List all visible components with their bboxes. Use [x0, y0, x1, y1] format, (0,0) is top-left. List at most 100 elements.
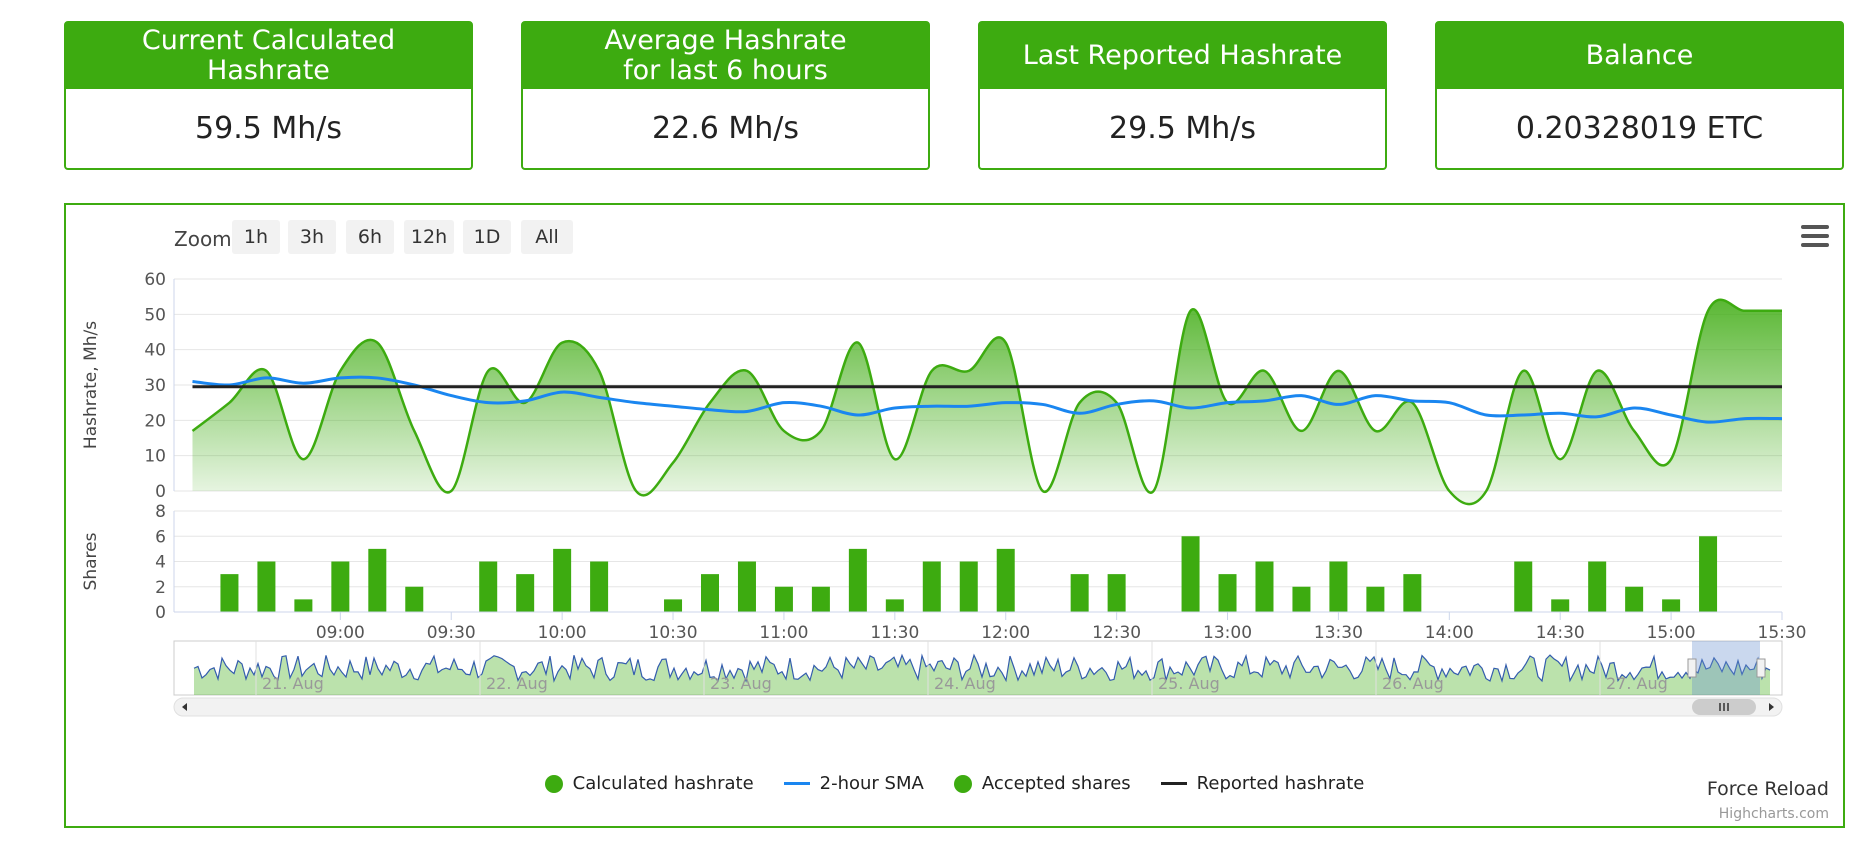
x-tick-label: 11:30 [870, 623, 919, 643]
navigator-date-label: 24. Aug [934, 674, 996, 693]
balance-value: 0.20328019 ETC [1515, 111, 1764, 146]
accepted-shares-bar [257, 561, 276, 612]
x-tick-label: 09:30 [427, 623, 476, 643]
force-reload-link[interactable]: Force Reload [1707, 778, 1829, 800]
accepted-shares-bar [294, 599, 313, 612]
reported-hashrate-card: Last Reported Hashrate 29.5 Mh/s [978, 21, 1387, 170]
accepted-shares-bar [331, 561, 350, 612]
accepted-shares-bar [479, 561, 498, 612]
legend-label: Calculated hashrate [572, 773, 754, 794]
accepted-shares-bar [959, 561, 978, 612]
chart-legend: Calculated hashrate 2-hour SMA Accepted … [66, 773, 1843, 794]
navigator-date-label: 25. Aug [1158, 674, 1220, 693]
current-hashrate-title: Current Calculated Hashrate [66, 23, 471, 89]
x-tick-label: 09:00 [316, 623, 365, 643]
x-tick-label: 13:30 [1314, 623, 1363, 643]
x-tick-label: 10:30 [649, 623, 698, 643]
navigator-right-handle [1756, 658, 1766, 678]
accepted-shares-bar [885, 599, 904, 612]
accepted-shares-bar [1255, 561, 1274, 612]
balance-card: Balance 0.20328019 ETC [1435, 21, 1844, 170]
accepted-shares-bar [590, 561, 609, 612]
hashrate-chart-panel: Zoom 1h 3h 6h 12h 1D All 0 10 20 30 40 50 60 Ha… [64, 203, 1845, 828]
navigator-left-handle [1687, 658, 1697, 678]
accepted-shares-bar [1181, 536, 1200, 612]
accepted-shares-bar [811, 586, 830, 612]
hashrate-y-tick: 0 [155, 482, 166, 502]
legend-label: 2-hour SMA [819, 773, 924, 794]
legend-line-icon [783, 782, 810, 785]
shares-y-tick: 8 [155, 502, 166, 522]
x-tick-label: 12:00 [981, 623, 1030, 643]
x-tick-label: 15:30 [1758, 623, 1807, 643]
accepted-shares-bar [737, 561, 756, 612]
accepted-shares-bar [1070, 574, 1089, 612]
x-tick-label: 13:00 [1203, 623, 1252, 643]
shares-y-tick: 2 [155, 578, 166, 598]
hashrate-chart: 0 10 20 30 40 50 60 Hashrate, Mh/s 0 2 4 6 8 Shares 09… [81, 270, 1807, 717]
accepted-shares-bar [1329, 561, 1348, 612]
current-hashrate-card: Current Calculated Hashrate 59.5 Mh/s [64, 21, 473, 170]
average-hashrate-card: Average Hashrate for last 6 hours 22.6 M… [521, 21, 930, 170]
accepted-shares-bar [1107, 574, 1126, 612]
navigator-date-label: 21. Aug [262, 674, 324, 693]
accepted-shares-bar [1366, 586, 1385, 612]
x-tick-label: 15:00 [1647, 623, 1696, 643]
legend-dot-icon [953, 774, 972, 793]
x-tick-label: 10:00 [538, 623, 587, 643]
navigator-date-label: 27. Aug [1606, 674, 1668, 693]
reported-hashrate-title: Last Reported Hashrate [980, 23, 1385, 89]
accepted-shares-bar [848, 548, 867, 612]
reported-hashrate-value: 29.5 Mh/s [1109, 111, 1256, 146]
x-tick-label: 12:30 [1092, 623, 1141, 643]
hashrate-y-tick: 30 [144, 376, 166, 396]
highcharts-credits: Highcharts.com [1718, 806, 1829, 822]
hashrate-y-tick: 50 [144, 305, 166, 325]
scrollbar-track [173, 697, 1783, 717]
accepted-shares-bar [1662, 599, 1681, 612]
accepted-shares-bar [1551, 599, 1570, 612]
current-hashrate-value: 59.5 Mh/s [195, 111, 342, 146]
legend-dot-icon [544, 774, 563, 793]
accepted-shares-bar [774, 586, 793, 612]
hashrate-y-tick: 60 [144, 270, 166, 290]
accepted-shares-bar [516, 574, 535, 612]
accepted-shares-bar [1514, 561, 1533, 612]
hashrate-y-tick: 20 [144, 411, 166, 431]
legend-2-hour-sma[interactable]: 2-hour SMA [783, 773, 924, 794]
navigator-date-label: 23. Aug [710, 674, 772, 693]
accepted-shares-bar [368, 548, 387, 612]
navigator-selection [1692, 641, 1760, 695]
calculated-hashrate-area [192, 299, 1782, 505]
average-hashrate-value: 22.6 Mh/s [652, 111, 799, 146]
accepted-shares-bar [553, 548, 572, 612]
shares-y-tick: 0 [155, 603, 166, 623]
legend-calculated-hashrate[interactable]: Calculated hashrate [544, 773, 754, 794]
x-tick-label: 14:30 [1536, 623, 1585, 643]
accepted-shares-bar [1588, 561, 1607, 612]
navigator-date-label: 22. Aug [486, 674, 548, 693]
accepted-shares-bar [1699, 536, 1718, 612]
x-tick-label: 11:00 [759, 623, 808, 643]
balance-title: Balance [1437, 23, 1842, 89]
accepted-shares-bar [1403, 574, 1422, 612]
legend-reported-hashrate[interactable]: Reported hashrate [1160, 773, 1365, 794]
accepted-shares-bar [1218, 574, 1237, 612]
legend-accepted-shares[interactable]: Accepted shares [953, 773, 1131, 794]
shares-y-tick: 4 [155, 553, 166, 573]
shares-y-tick: 6 [155, 527, 166, 547]
navigator-date-label: 26. Aug [1382, 674, 1444, 693]
average-hashrate-title: Average Hashrate for last 6 hours [523, 23, 928, 89]
accepted-shares-bar [996, 548, 1015, 612]
x-tick-label: 14:00 [1425, 623, 1474, 643]
hashrate-y-tick: 40 [144, 341, 166, 361]
accepted-shares-bar [922, 561, 941, 612]
accepted-shares-bar [664, 599, 683, 612]
hashrate-y-tick: 10 [144, 447, 166, 467]
accepted-shares-bar [405, 586, 424, 612]
shares-axis-title: Shares [81, 532, 101, 590]
legend-label: Reported hashrate [1196, 773, 1365, 794]
accepted-shares-bar [701, 574, 719, 612]
accepted-shares-bar [1292, 586, 1311, 612]
legend-label: Accepted shares [981, 773, 1131, 794]
